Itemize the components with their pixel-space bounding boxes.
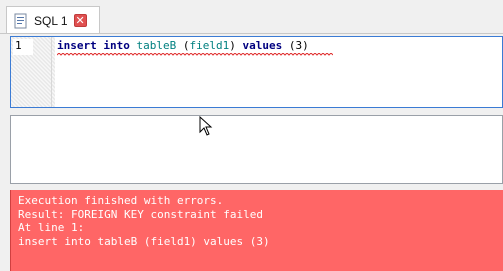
message-line: Result: FOREIGN KEY constraint failed bbox=[18, 207, 264, 221]
sql-editor[interactable]: 1 insert into tableB (field1) values (3) bbox=[10, 36, 503, 108]
results-pane[interactable] bbox=[10, 115, 503, 184]
sql-document-icon bbox=[13, 13, 29, 29]
sql-workspace: SQL 1 ✕ 1 insert into tableB (field1) va… bbox=[0, 0, 503, 271]
spellcheck-underline bbox=[57, 53, 333, 56]
code-token-keyword: values bbox=[242, 39, 283, 52]
line-number: 1 bbox=[13, 39, 33, 55]
mouse-pointer-icon bbox=[199, 116, 213, 136]
code-token-identifier: field1 bbox=[189, 39, 230, 52]
close-icon[interactable]: ✕ bbox=[73, 14, 87, 27]
tab-label: SQL 1 bbox=[34, 13, 68, 28]
message-line: At line 1: bbox=[18, 221, 85, 234]
gutter-divider bbox=[51, 37, 52, 107]
code-token-plain: ) bbox=[229, 39, 243, 52]
tab-sql-1[interactable]: SQL 1 ✕ bbox=[6, 6, 100, 34]
message-line: Execution finished with errors. bbox=[18, 194, 224, 207]
message-line: insert into tableB (field1) values (3) bbox=[18, 234, 270, 248]
code-token-identifier: tableB bbox=[136, 39, 177, 52]
error-message-pane[interactable]: Execution finished with errors. Result: … bbox=[10, 190, 503, 271]
line-number-gutter: 1 bbox=[11, 37, 55, 107]
tab-divider bbox=[0, 33, 503, 34]
code-token-plain: ( bbox=[176, 39, 190, 52]
code-token-keyword: into bbox=[103, 39, 130, 52]
code-token-plain: (3) bbox=[282, 39, 309, 52]
tab-bar: SQL 1 ✕ bbox=[0, 0, 503, 34]
code-token-keyword: insert bbox=[57, 39, 97, 52]
